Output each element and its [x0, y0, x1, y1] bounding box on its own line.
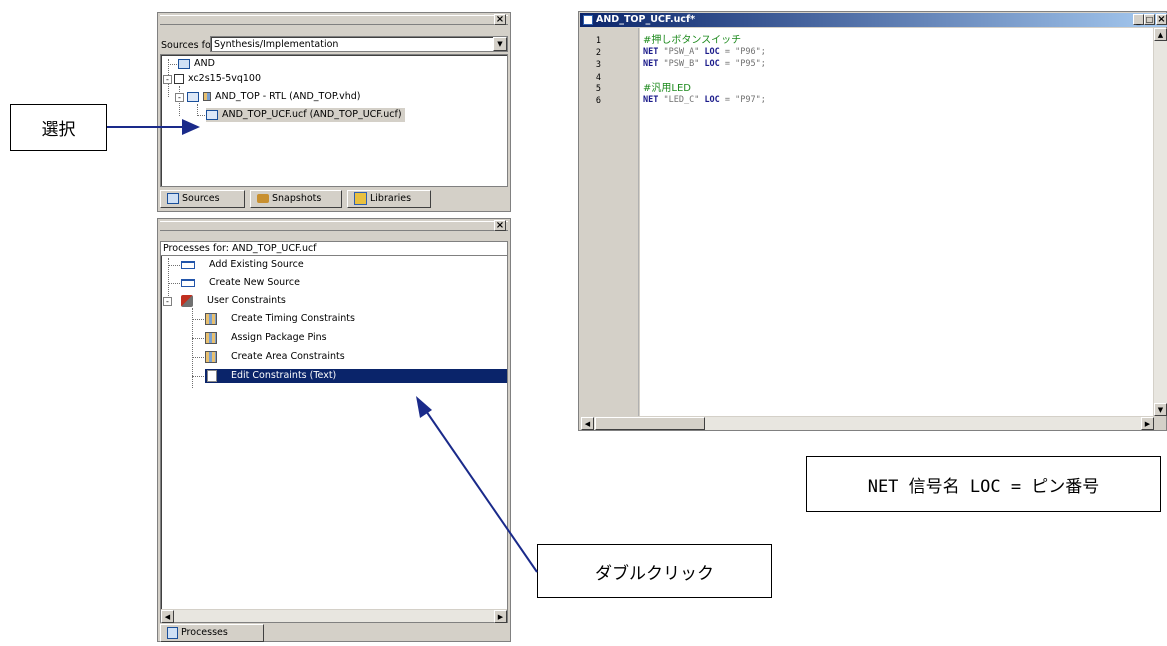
double-click-arrow — [423, 407, 538, 573]
select-arrowhead — [182, 119, 200, 135]
annotation-arrows — [107, 119, 538, 573]
